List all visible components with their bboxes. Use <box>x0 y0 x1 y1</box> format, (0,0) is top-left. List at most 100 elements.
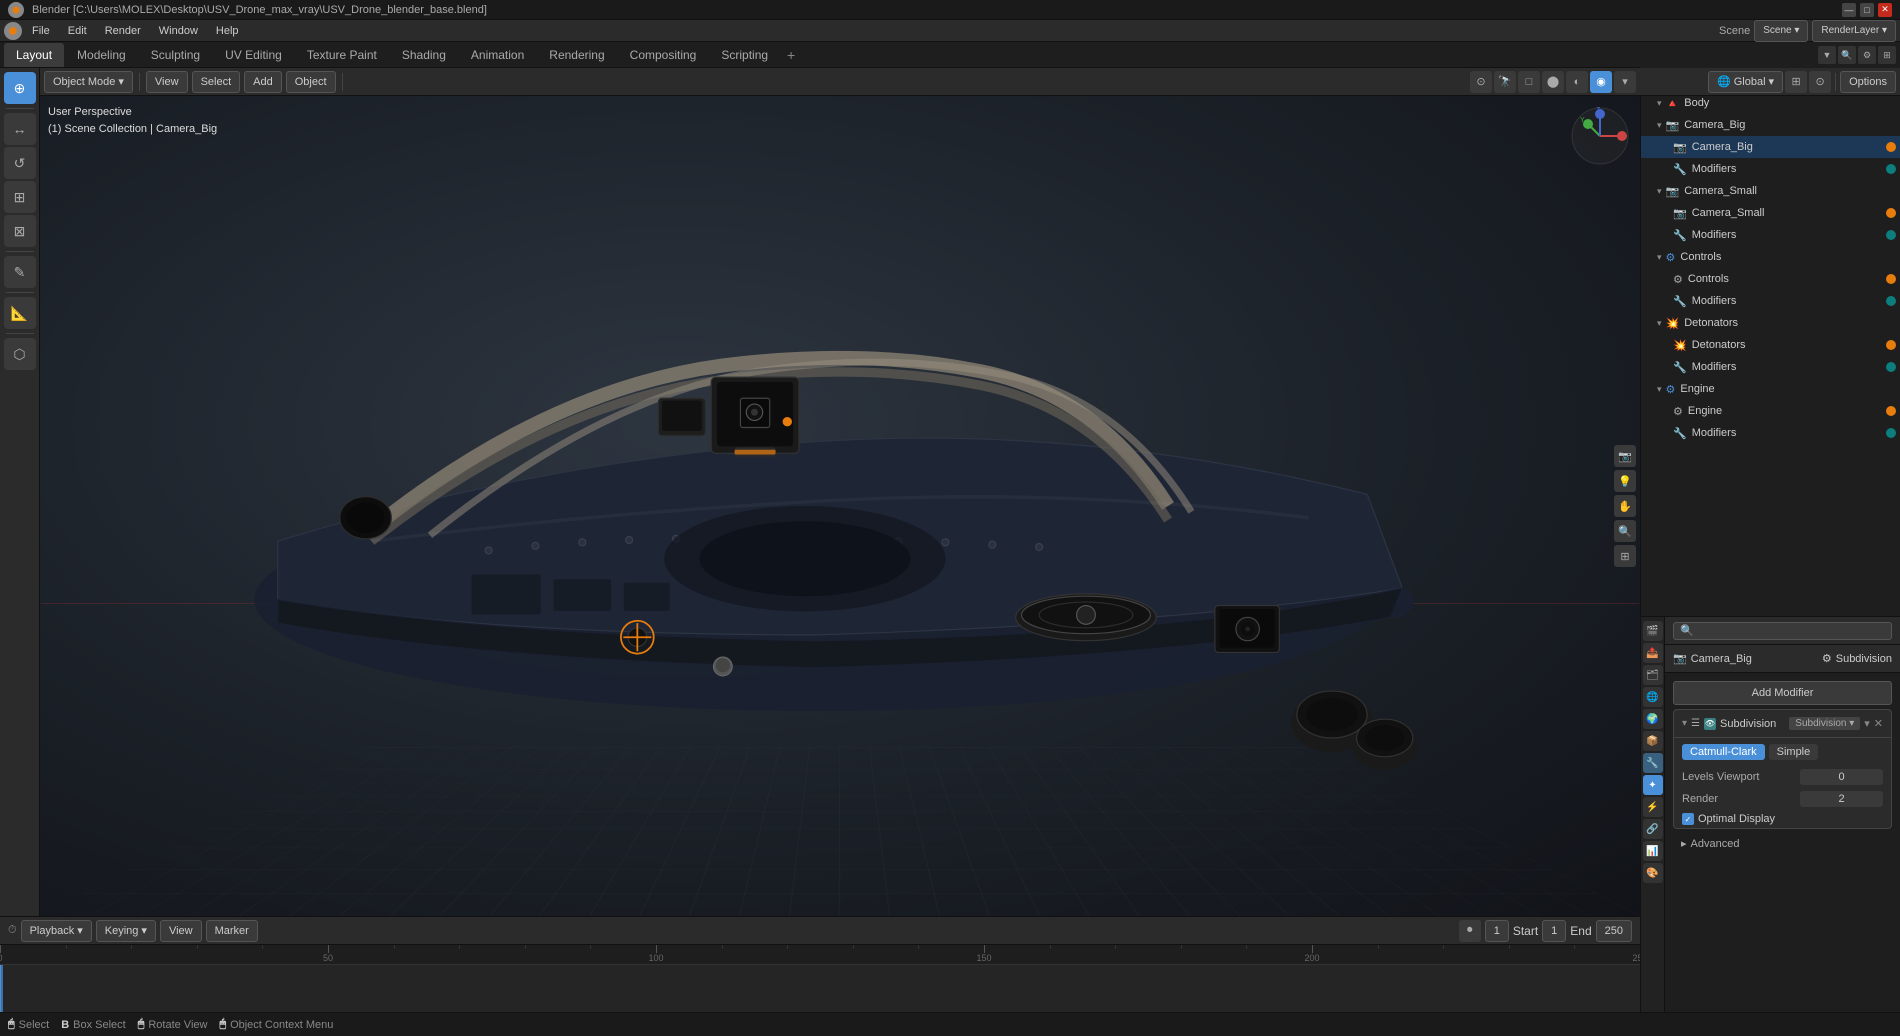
tab-uv-editing[interactable]: UV Editing <box>213 43 294 67</box>
menu-file[interactable]: File <box>24 23 58 39</box>
prop-tab-scene[interactable]: 🌐 <box>1643 687 1663 707</box>
playback-menu[interactable]: Playback ▾ <box>21 920 92 942</box>
simple-button[interactable]: Simple <box>1769 744 1819 760</box>
properties-search-input[interactable] <box>1673 622 1892 640</box>
blender-app-icon[interactable] <box>4 22 22 40</box>
viewport-overlay-icon[interactable]: ⊙ <box>1470 71 1492 93</box>
cursor-tool[interactable]: ⊕ <box>4 72 36 104</box>
prop-tab-modifier[interactable]: 🔧 <box>1643 753 1663 773</box>
outliner-item-engine-group[interactable]: ▾ ⚙ Engine <box>1641 378 1900 400</box>
outliner-item-camera-small[interactable]: 📷 Camera_Small <box>1641 202 1900 224</box>
marker-menu[interactable]: Marker <box>206 920 258 942</box>
optimal-display-checkbox[interactable]: ✓ Optimal Display <box>1674 810 1891 828</box>
tab-modeling[interactable]: Modeling <box>65 43 138 67</box>
add-modifier-button[interactable]: Add Modifier <box>1673 681 1892 705</box>
outliner-item-engine[interactable]: ⚙ Engine <box>1641 400 1900 422</box>
menu-help[interactable]: Help <box>208 23 247 39</box>
current-frame-input[interactable]: 1 <box>1485 920 1509 942</box>
shading-wireframe-icon[interactable]: □ <box>1518 71 1540 93</box>
outliner-item-detonators-group[interactable]: ▾ 💥 Detonators <box>1641 312 1900 334</box>
tab-shading[interactable]: Shading <box>390 43 458 67</box>
transform-tool[interactable]: ⊠ <box>4 215 36 247</box>
select-menu[interactable]: Select <box>192 71 241 93</box>
close-button[interactable]: ✕ <box>1878 3 1892 17</box>
prop-tab-particles[interactable]: ✦ <box>1643 775 1663 795</box>
camera-icon[interactable]: 📷 <box>1614 445 1636 467</box>
advanced-section[interactable]: ▸ Advanced <box>1673 833 1892 854</box>
rotate-tool[interactable]: ↺ <box>4 147 36 179</box>
outliner-item-camera-big[interactable]: 📷 Camera_Big <box>1641 136 1900 158</box>
outliner-item-camera-big-group[interactable]: ▾ 📷 Camera_Big <box>1641 114 1900 136</box>
mode-selector[interactable]: Object Mode ▾ <box>44 71 133 93</box>
tab-layout[interactable]: Layout <box>4 43 64 67</box>
outliner-item-engine-modifiers[interactable]: 🔧 Modifiers <box>1641 422 1900 444</box>
modifier-type-dropdown[interactable]: Subdivision ▾ <box>1789 717 1860 730</box>
prop-tab-physics[interactable]: ⚡ <box>1643 797 1663 817</box>
grid-icon[interactable]: ⊞ <box>1614 545 1636 567</box>
render-layer-selector[interactable]: RenderLayer ▾ <box>1812 20 1896 42</box>
prop-tab-object[interactable]: 📦 <box>1643 731 1663 751</box>
add-workspace-button[interactable]: + <box>781 45 801 65</box>
outliner-search-icon[interactable]: 🔍 <box>1838 46 1856 64</box>
prop-tab-render[interactable]: 🎬 <box>1643 621 1663 641</box>
scene-selector[interactable]: Scene ▾ <box>1754 20 1808 42</box>
tab-compositing[interactable]: Compositing <box>618 43 709 67</box>
keying-menu[interactable]: Keying ▾ <box>96 920 156 942</box>
prop-tab-constraints[interactable]: 🔗 <box>1643 819 1663 839</box>
frame-indicator[interactable]: ⏺ <box>1459 920 1481 942</box>
levels-viewport-value[interactable]: 0 <box>1800 769 1883 785</box>
outliner-expand-icon[interactable]: ⊞ <box>1878 46 1896 64</box>
prop-tab-world[interactable]: 🌍 <box>1643 709 1663 729</box>
modifier-menu-icon[interactable]: ▾ <box>1864 717 1870 730</box>
prop-tab-output[interactable]: 📤 <box>1643 643 1663 663</box>
outliner-filter-icon[interactable]: ▼ <box>1818 46 1836 64</box>
outliner-settings-icon[interactable]: ⚙ <box>1858 46 1876 64</box>
prop-tab-view-layer[interactable]: 🗂 <box>1643 665 1663 685</box>
options-button[interactable]: Options <box>1840 71 1896 93</box>
hand-pan-icon[interactable]: ✋ <box>1614 495 1636 517</box>
tab-animation[interactable]: Animation <box>459 43 536 67</box>
tab-scripting[interactable]: Scripting <box>709 43 780 67</box>
move-tool[interactable]: ↔ <box>4 113 36 145</box>
tab-texture-paint[interactable]: Texture Paint <box>295 43 389 67</box>
keyframe-area[interactable] <box>0 965 1640 1012</box>
timeline-area[interactable]: 050100150200250 <box>0 945 1640 1012</box>
3d-viewport[interactable]: User Perspective (1) Scene Collection | … <box>40 96 1640 916</box>
modifier-close-button[interactable]: ✕ <box>1874 717 1883 730</box>
prop-tab-material[interactable]: 🎨 <box>1643 863 1663 883</box>
start-frame-input[interactable]: 1 <box>1542 920 1566 942</box>
lamp-icon[interactable]: 💡 <box>1614 470 1636 492</box>
shading-menu-icon[interactable]: ▾ <box>1614 71 1636 93</box>
outliner-item-detonators-modifiers[interactable]: 🔧 Modifiers <box>1641 356 1900 378</box>
add-primitive-tool[interactable]: ⬡ <box>4 338 36 370</box>
object-menu[interactable]: Object <box>286 71 336 93</box>
global-selector[interactable]: 🌐 Global ▾ <box>1708 71 1783 93</box>
tab-rendering[interactable]: Rendering <box>537 43 616 67</box>
menu-window[interactable]: Window <box>151 23 206 39</box>
shading-rendered-icon[interactable]: ◉ <box>1590 71 1612 93</box>
menu-edit[interactable]: Edit <box>60 23 95 39</box>
navigation-gizmo[interactable]: X Y Z <box>1570 106 1630 166</box>
measure-tool[interactable]: 📐 <box>4 297 36 329</box>
maximize-button[interactable]: □ <box>1860 3 1874 17</box>
add-menu[interactable]: Add <box>244 71 282 93</box>
outliner-item-detonators[interactable]: 💥 Detonators <box>1641 334 1900 356</box>
proportional-edit-icon[interactable]: ⊙ <box>1809 71 1831 93</box>
outliner-item-controls-modifiers[interactable]: 🔧 Modifiers <box>1641 290 1900 312</box>
outliner-item-camera-big-modifiers[interactable]: 🔧 Modifiers <box>1641 158 1900 180</box>
view-menu[interactable]: View <box>146 71 188 93</box>
outliner-item-controls[interactable]: ⚙ Controls <box>1641 268 1900 290</box>
snap-icon[interactable]: ⊞ <box>1785 71 1807 93</box>
outliner-item-camera-small-group[interactable]: ▾ 📷 Camera_Small <box>1641 180 1900 202</box>
outliner-item-camera-small-modifiers[interactable]: 🔧 Modifiers <box>1641 224 1900 246</box>
catmull-clark-button[interactable]: Catmull-Clark <box>1682 744 1765 760</box>
modifier-visibility-icon[interactable]: 👁 <box>1704 718 1716 730</box>
scale-tool[interactable]: ⊞ <box>4 181 36 213</box>
gizmo-icon[interactable]: 🔭 <box>1494 71 1516 93</box>
annotate-tool[interactable]: ✎ <box>4 256 36 288</box>
shading-solid-icon[interactable]: ⬤ <box>1542 71 1564 93</box>
minimize-button[interactable]: — <box>1842 3 1856 17</box>
render-value[interactable]: 2 <box>1800 791 1883 807</box>
tab-sculpting[interactable]: Sculpting <box>139 43 212 67</box>
timeline-view-menu[interactable]: View <box>160 920 202 942</box>
